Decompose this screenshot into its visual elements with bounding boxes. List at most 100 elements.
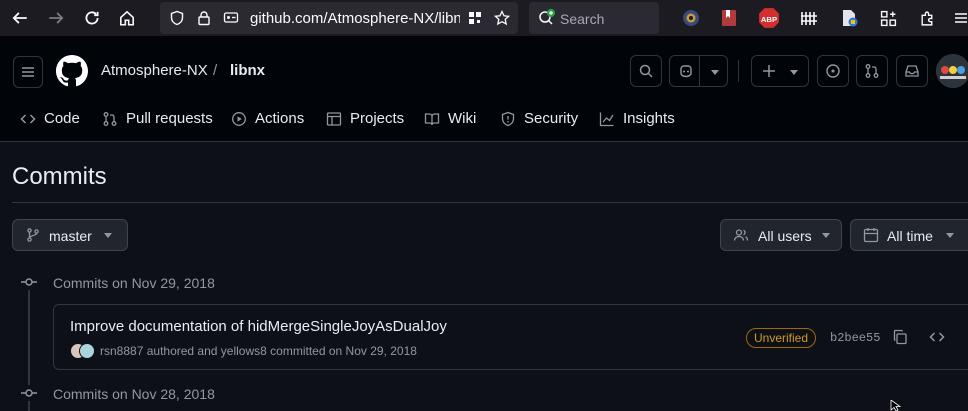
github-header: Atmosphere-NX / libnx Code Pull requests xyxy=(0,36,968,142)
commit-avatars[interactable] xyxy=(70,343,96,359)
qr-code-icon[interactable] xyxy=(467,10,483,26)
hamburger-icon xyxy=(22,67,34,77)
commit-sha-link[interactable]: b2bee55 xyxy=(830,331,880,345)
commit-title-link[interactable]: Improve documentation of hidMergeSingleJ… xyxy=(70,318,447,335)
branch-name: master xyxy=(49,228,92,244)
forward-button[interactable] xyxy=(44,6,68,30)
commit-group-label: Commits on Nov 29, 2018 xyxy=(53,275,215,291)
chevron-down-icon xyxy=(104,233,112,238)
user-avatar-icon xyxy=(936,54,968,88)
extensions-grid-button[interactable] xyxy=(877,7,899,29)
committed-text: committed on Nov 29, 2018 xyxy=(270,344,417,358)
puzzle-icon xyxy=(920,11,932,26)
tab-label: Actions xyxy=(255,110,305,127)
extension-icon[interactable] xyxy=(680,7,702,29)
app-menu-button[interactable] xyxy=(950,7,968,29)
git-commit-icon xyxy=(21,385,37,401)
title-divider xyxy=(12,202,968,203)
bookmark-extension-icon xyxy=(722,10,736,26)
bars-extension-icon xyxy=(801,12,817,25)
chevron-down-icon xyxy=(790,70,798,75)
table-icon xyxy=(326,111,342,126)
play-icon xyxy=(232,111,246,126)
page-title: Commits xyxy=(12,163,107,190)
commit-row: Improve documentation of hidMergeSingleJ… xyxy=(53,304,968,370)
bookmark-star-icon[interactable] xyxy=(494,10,510,26)
users-filter-label: All users xyxy=(758,228,812,244)
lock-icon[interactable] xyxy=(196,10,212,26)
github-logo-icon[interactable] xyxy=(56,55,88,87)
create-new-button[interactable] xyxy=(751,55,809,87)
issues-button[interactable] xyxy=(817,55,849,87)
search-placeholder: Search xyxy=(560,11,605,27)
header-divider xyxy=(738,60,739,82)
git-branch-icon xyxy=(27,228,39,242)
author-link[interactable]: rsn8887 xyxy=(100,344,143,358)
abp-label: ABP xyxy=(761,15,777,24)
arrow-right-icon xyxy=(49,12,64,24)
url-text: github.com/Atmosphere-NX/libnx xyxy=(250,10,460,27)
tab-insights[interactable]: Insights xyxy=(599,110,675,127)
adblock-extension-icon: ABP xyxy=(759,8,779,28)
extension-icon[interactable] xyxy=(798,7,820,29)
git-commit-icon xyxy=(21,278,37,286)
reload-button[interactable] xyxy=(80,6,104,30)
menu-icon xyxy=(955,13,967,23)
branch-select-button[interactable]: master xyxy=(12,219,128,251)
code-icon[interactable] xyxy=(929,329,945,345)
browser-toolbar: github.com/Atmosphere-NX/libnx Search AB… xyxy=(0,0,968,36)
time-filter-label: All time xyxy=(887,228,933,244)
tab-label: Projects xyxy=(350,110,405,127)
browser-search-box[interactable]: Search xyxy=(529,2,659,34)
tab-actions[interactable]: Actions xyxy=(231,110,304,127)
copy-icon[interactable] xyxy=(892,329,908,345)
copilot-icon xyxy=(680,65,692,78)
pull-request-icon xyxy=(865,64,879,78)
tab-projects[interactable]: Projects xyxy=(326,110,404,127)
search-icon xyxy=(539,9,555,25)
tab-code[interactable]: Code xyxy=(20,110,80,127)
inbox-icon xyxy=(905,65,919,77)
inbox-button[interactable] xyxy=(896,55,928,87)
committer-link[interactable]: yellows8 xyxy=(221,344,267,358)
users-filter-button[interactable]: All users xyxy=(720,219,842,251)
site-settings-icon[interactable] xyxy=(223,10,239,26)
tab-wiki[interactable]: Wiki xyxy=(424,110,476,127)
shield-icon[interactable] xyxy=(169,10,185,26)
search-icon xyxy=(639,64,653,78)
issue-opened-icon xyxy=(826,64,840,78)
time-filter-button[interactable]: All time xyxy=(850,219,968,251)
tab-security[interactable]: Security xyxy=(500,110,578,127)
people-icon xyxy=(733,229,749,241)
plus-icon xyxy=(763,65,775,77)
extensions-button[interactable] xyxy=(916,7,938,29)
arrow-left-icon xyxy=(12,12,27,24)
grid-plus-icon xyxy=(880,10,896,26)
back-button[interactable] xyxy=(8,6,32,30)
url-bar[interactable]: github.com/Atmosphere-NX/libnx xyxy=(160,2,518,34)
tab-pull-requests[interactable]: Pull requests xyxy=(102,110,213,127)
breadcrumb-separator: / xyxy=(213,62,218,79)
tab-label: Pull requests xyxy=(126,110,213,127)
chevron-down-icon xyxy=(711,70,719,75)
extension-icon[interactable] xyxy=(718,7,740,29)
global-menu-button[interactable] xyxy=(13,56,43,88)
home-button[interactable] xyxy=(115,6,139,30)
breadcrumb-owner[interactable]: Atmosphere-NX xyxy=(101,62,208,79)
globe-extension-icon xyxy=(683,10,699,26)
graph-icon xyxy=(599,112,614,126)
unverified-badge[interactable]: Unverified xyxy=(746,328,817,348)
adblock-icon[interactable]: ABP xyxy=(758,7,780,29)
pull-request-icon xyxy=(103,111,117,126)
search-button[interactable] xyxy=(630,55,662,87)
chevron-down-icon xyxy=(946,233,954,238)
book-icon xyxy=(424,112,440,125)
tab-label: Code xyxy=(44,110,80,127)
document-extension-icon xyxy=(843,10,858,27)
pull-requests-button[interactable] xyxy=(856,55,888,87)
breadcrumb-repo[interactable]: libnx xyxy=(230,62,265,79)
calendar-icon xyxy=(863,228,879,243)
copilot-button[interactable] xyxy=(669,55,728,87)
extension-icon[interactable] xyxy=(838,7,860,29)
avatar[interactable] xyxy=(936,54,968,88)
